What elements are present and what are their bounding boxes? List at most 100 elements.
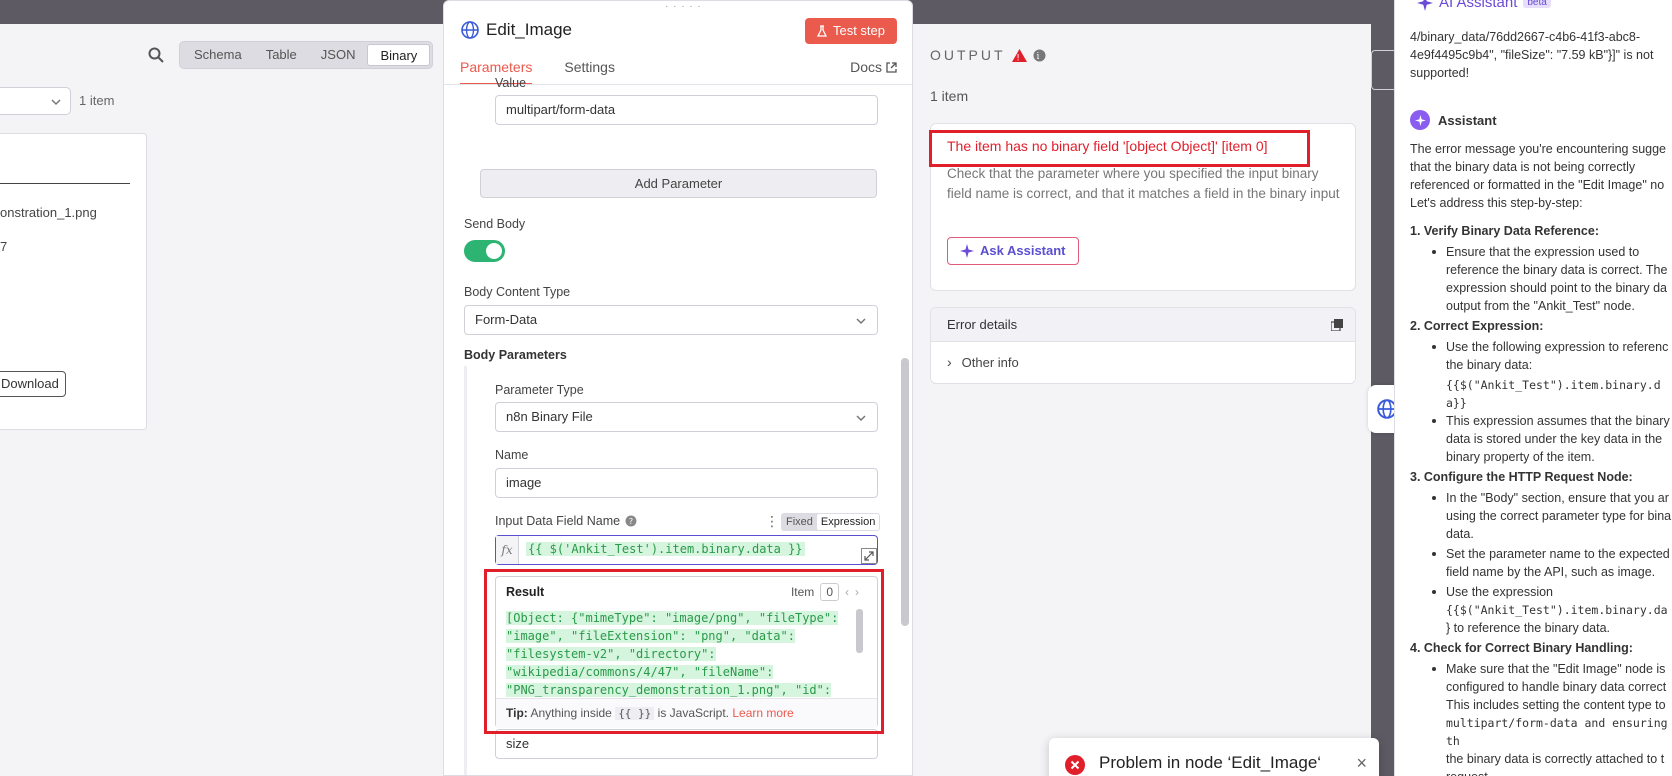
node-title[interactable]: Edit_Image: [486, 20, 572, 40]
name-label: Name: [495, 448, 529, 462]
test-step-button[interactable]: Test step: [804, 18, 897, 44]
card-divider: [0, 183, 130, 184]
tab-binary[interactable]: Binary: [367, 44, 431, 66]
error-message: The item has no binary field '[object Ob…: [947, 138, 1268, 154]
step-title: 4. Check for Correct Binary Handling:: [1410, 641, 1633, 655]
copy-icon[interactable]: [1331, 319, 1343, 331]
send-body-label: Send Body: [464, 217, 526, 231]
result-scrollbar[interactable]: [856, 609, 863, 653]
value-input[interactable]: multipart/form-data: [495, 95, 878, 125]
mode-fixed[interactable]: Fixed: [782, 514, 817, 530]
tab-schema[interactable]: Schema: [182, 44, 254, 66]
tab-table[interactable]: Table: [254, 44, 309, 66]
body-content-type-select[interactable]: Form-Data: [464, 305, 878, 335]
panel-scrollbar[interactable]: [901, 358, 909, 626]
ask-assistant-label: Ask Assistant: [980, 243, 1066, 258]
value-label: Value: [495, 76, 527, 90]
beta-badge: beta: [1523, 0, 1551, 8]
step-code: {{$("Ankit_Test").item.binary.d a}}: [1446, 378, 1661, 410]
chevron-right-icon: ›: [947, 354, 952, 370]
test-step-label: Test step: [832, 23, 885, 38]
parameter-type-select[interactable]: n8n Binary File: [495, 402, 878, 432]
expression-input[interactable]: fx {{ $('Ankit_Test').item.binary.data }…: [495, 535, 878, 565]
tab-json[interactable]: JSON: [309, 44, 368, 66]
output-item-count: 1 item: [930, 88, 969, 104]
send-body-toggle[interactable]: [464, 240, 505, 262]
panel-tabs: Parameters Settings: [460, 59, 615, 85]
chevron-right-icon[interactable]: ›: [855, 585, 859, 599]
assistant-name: Assistant: [1438, 112, 1497, 128]
warning-icon: !: [1011, 48, 1027, 62]
step-bullet: Use the expression {{$("Ankit_Test").ite…: [1410, 583, 1672, 637]
previous-message: 4/binary_data/76dd2667-c4b6-41f3-abc8- 4…: [1410, 28, 1672, 82]
assistant-steps: 1. Verify Binary Data Reference: Ensure …: [1410, 222, 1672, 776]
msg-line: The error message you're encountering su…: [1410, 142, 1667, 156]
expand-editor-icon[interactable]: [861, 548, 877, 564]
input-data-field-label: Input Data Field Name ?: [495, 514, 637, 528]
body-parameters-indent: [464, 366, 467, 775]
input-panel: Schema Table JSON Binary 1 item onstrati…: [0, 24, 443, 776]
error-description: Check that the parameter where you speci…: [947, 166, 1340, 201]
svg-text:!: !: [1016, 53, 1023, 62]
search-icon[interactable]: [147, 46, 165, 64]
download-button[interactable]: Download: [0, 371, 66, 397]
assistant-header-title: AI Assistant: [1439, 0, 1518, 11]
assistant-avatar: [1410, 110, 1430, 130]
output-title: OUTPUT ! i: [930, 47, 1046, 63]
toast-message: Problem in node ‘Edit_Image‘: [1099, 753, 1322, 772]
docs-link[interactable]: Docs: [850, 59, 897, 75]
node-header: Edit_Image: [460, 20, 572, 40]
step-title: 2. Correct Expression:: [1410, 319, 1544, 333]
mode-toggle: Fixed Expression: [781, 513, 881, 531]
msg-line: 4e9f4495c9b4", "fileSize": "7.59 kB"}]" …: [1410, 48, 1654, 62]
close-icon[interactable]: ×: [1356, 754, 1367, 772]
error-toast: Problem in node ‘Edit_Image‘ ×: [1049, 738, 1379, 776]
ask-assistant-button[interactable]: Ask Assistant: [947, 237, 1079, 265]
result-item-nav: Item 0 ‹ ›: [791, 583, 859, 601]
sparkle-icon: [960, 244, 974, 258]
error-details-label: Error details: [947, 317, 1018, 332]
next-field-input[interactable]: size: [495, 729, 878, 759]
tip-label: Tip:: [506, 706, 528, 720]
output-title-text: OUTPUT: [930, 47, 1006, 63]
external-link-icon: [886, 61, 897, 73]
step-bullet: This expression assumes that the binary …: [1410, 412, 1672, 466]
result-line: "PNG_transparency_demonstration_1.png", …: [506, 683, 832, 697]
sparkle-icon: [1414, 114, 1426, 126]
step-bullet: Use the following expression to referenc…: [1410, 338, 1672, 374]
options-kebab-icon[interactable]: ⋮: [765, 513, 779, 529]
binary-file-size: 7: [0, 239, 8, 254]
result-line: "filesystem-v2", "directory":: [506, 647, 716, 661]
mode-expression[interactable]: Expression: [816, 514, 880, 530]
result-item-index[interactable]: 0: [820, 583, 839, 601]
msg-line: Let's address this step-by-step:: [1410, 196, 1583, 210]
ai-assistant-panel: AI Assistant beta 4/binary_data/76dd2667…: [1394, 0, 1672, 776]
svg-text:i: i: [1036, 52, 1042, 62]
other-info-row[interactable]: › Other info: [947, 354, 1019, 370]
expression-code: {{ $('Ankit_Test').item.binary.data }}: [526, 542, 805, 556]
error-details-header[interactable]: Error details: [931, 308, 1355, 342]
help-icon[interactable]: ?: [625, 515, 637, 527]
name-input[interactable]: image: [495, 468, 878, 498]
node-parameters-panel: · · · · · Edit_Image Test step Parameter…: [443, 0, 913, 776]
expression-result-box: Result Item 0 ‹ › [Object: {"mimeType": …: [495, 576, 878, 728]
tip-text-2: is JavaScript.: [657, 706, 730, 720]
chevron-left-icon[interactable]: ‹: [845, 585, 849, 599]
docs-label: Docs: [850, 59, 882, 75]
input-node-select[interactable]: [0, 87, 71, 115]
chevron-down-icon: [856, 318, 866, 325]
step-title: 3. Configure the HTTP Request Node:: [1410, 470, 1633, 484]
output-panel: OUTPUT ! i 1 item The item has no binary…: [913, 24, 1371, 776]
drag-handle[interactable]: · · · · ·: [665, 1, 702, 12]
fx-icon: fx: [496, 536, 519, 564]
step-bullet: Set the parameter name to the expected f…: [1410, 545, 1672, 581]
add-parameter-button[interactable]: Add Parameter: [480, 169, 877, 198]
tab-settings[interactable]: Settings: [564, 59, 615, 85]
result-line: [Object: {"mimeType": "image/png", "file…: [506, 611, 839, 625]
tip-text: Anything inside: [530, 706, 612, 720]
step-bullet: In the "Body" section, ensure that you a…: [1410, 489, 1672, 543]
error-details-card: Error details › Other info: [930, 307, 1356, 384]
info-icon[interactable]: i: [1033, 49, 1046, 62]
learn-more-link[interactable]: Learn more: [732, 706, 793, 720]
error-card: The item has no binary field '[object Ob…: [930, 123, 1356, 291]
